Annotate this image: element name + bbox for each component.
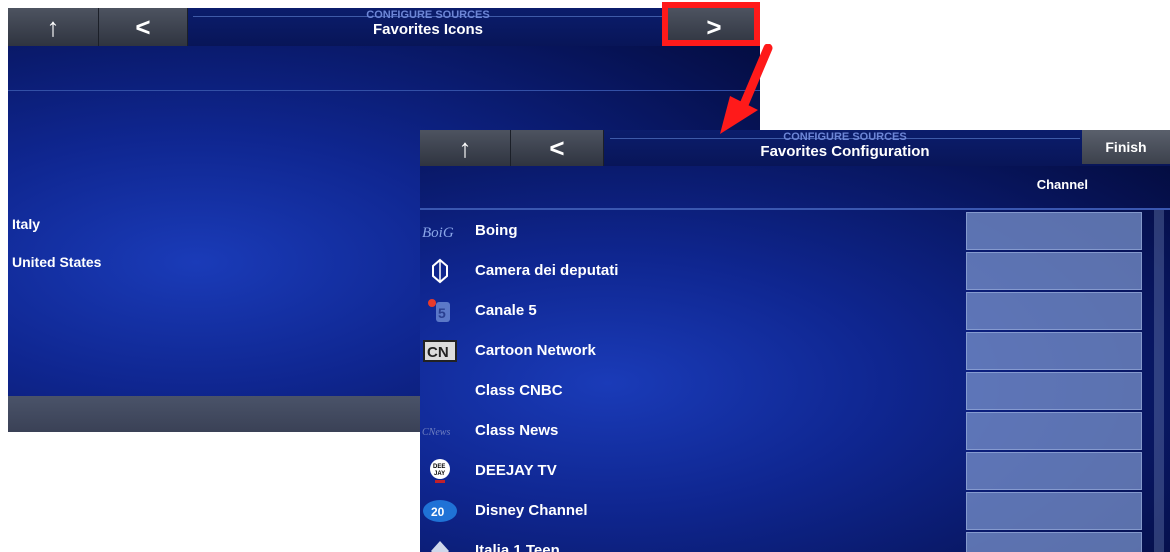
channel-logo-icon xyxy=(420,371,460,411)
page-title: Favorites Icons xyxy=(372,21,484,38)
finish-button-label: Finish xyxy=(1105,139,1147,155)
back-chevron-icon: < xyxy=(549,132,565,163)
favorites-configuration-screen: ↑ < CONFIGURE SOURCES Favorites Configur… xyxy=(420,130,1170,552)
channel-row[interactable]: 20 Disney Channel xyxy=(420,491,1170,531)
top-bar: ↑ < CONFIGURE SOURCES Favorites Icons > xyxy=(8,8,760,46)
up-button[interactable]: ↑ xyxy=(8,8,99,46)
back-chevron-icon: < xyxy=(135,11,151,42)
divider xyxy=(420,208,1170,210)
channel-row[interactable]: 5 Canale 5 xyxy=(420,291,1170,331)
channel-row[interactable]: DEE JAY DEEJAY TV xyxy=(420,451,1170,491)
channel-name: Boing xyxy=(475,222,518,239)
channel-name: Italia 1 Teen xyxy=(475,542,560,552)
country-item-united-states[interactable]: United States xyxy=(12,254,101,270)
channel-number-field[interactable] xyxy=(966,532,1142,552)
column-header-channel: Channel xyxy=(1036,177,1088,192)
channel-row[interactable]: Italia 1 Teen xyxy=(420,531,1170,552)
scrollbar[interactable] xyxy=(1154,210,1164,552)
channel-name: Class CNBC xyxy=(475,382,563,399)
channel-row[interactable]: CN Cartoon Network xyxy=(420,331,1170,371)
cartoon-network-logo-icon: CN xyxy=(420,331,460,371)
italia1-logo-icon xyxy=(420,531,460,552)
channel-row[interactable]: Class CNBC xyxy=(420,371,1170,411)
channel-name: Camera dei deputati xyxy=(475,262,619,279)
svg-text:20: 20 xyxy=(431,505,445,519)
svg-text:DEE: DEE xyxy=(433,464,445,470)
channel-number-field[interactable] xyxy=(966,292,1142,330)
top-bar: ↑ < CONFIGURE SOURCES Favorites Configur… xyxy=(420,130,1170,166)
channel-number-field[interactable] xyxy=(966,412,1142,450)
channel-number-field[interactable] xyxy=(966,372,1142,410)
page-subtitle: CONFIGURE SOURCES xyxy=(783,131,907,143)
page-subtitle: CONFIGURE SOURCES xyxy=(366,9,490,21)
channel-name: Canale 5 xyxy=(475,302,537,319)
channel-name: Class News xyxy=(475,422,559,439)
channel-name: Cartoon Network xyxy=(475,342,596,359)
channel-name: Disney Channel xyxy=(475,502,588,519)
up-button[interactable]: ↑ xyxy=(420,130,511,166)
channel-number-field[interactable] xyxy=(966,212,1142,250)
channel-number-field[interactable] xyxy=(966,492,1142,530)
page-title: Favorites Configuration xyxy=(760,143,930,160)
pointer-arrow-icon xyxy=(720,44,773,134)
canale5-logo-icon: 5 xyxy=(420,291,460,331)
deejay-logo-icon: DEE JAY xyxy=(420,451,460,491)
up-arrow-icon: ↑ xyxy=(458,132,472,163)
camera-logo-icon xyxy=(420,251,460,291)
back-button[interactable]: < xyxy=(511,130,604,166)
finish-button[interactable]: Finish xyxy=(1082,130,1170,164)
disney-logo-icon: 20 xyxy=(420,491,460,531)
svg-text:CN: CN xyxy=(427,344,449,361)
divider xyxy=(8,90,760,91)
title-block: CONFIGURE SOURCES Favorites Configuratio… xyxy=(610,130,1080,161)
class-news-logo-icon: CNews xyxy=(420,411,460,451)
svg-text:BoiG: BoiG xyxy=(422,225,454,241)
highlight-box xyxy=(662,2,760,46)
channel-number-field[interactable] xyxy=(966,452,1142,490)
channel-row[interactable]: CNews Class News xyxy=(420,411,1170,451)
channel-row[interactable]: Camera dei deputati xyxy=(420,251,1170,291)
title-block: CONFIGURE SOURCES Favorites Icons xyxy=(193,8,663,39)
svg-text:5: 5 xyxy=(438,305,446,321)
up-arrow-icon: ↑ xyxy=(46,11,60,42)
boing-logo-icon: BoiG xyxy=(420,211,460,251)
back-button[interactable]: < xyxy=(99,8,188,46)
channel-number-field[interactable] xyxy=(966,332,1142,370)
channel-number-field[interactable] xyxy=(966,252,1142,290)
channel-name: DEEJAY TV xyxy=(475,462,557,479)
svg-text:CNews: CNews xyxy=(422,427,450,438)
svg-text:JAY: JAY xyxy=(434,471,445,477)
country-item-italy[interactable]: Italy xyxy=(12,216,40,232)
channel-row[interactable]: BoiG Boing xyxy=(420,211,1170,251)
